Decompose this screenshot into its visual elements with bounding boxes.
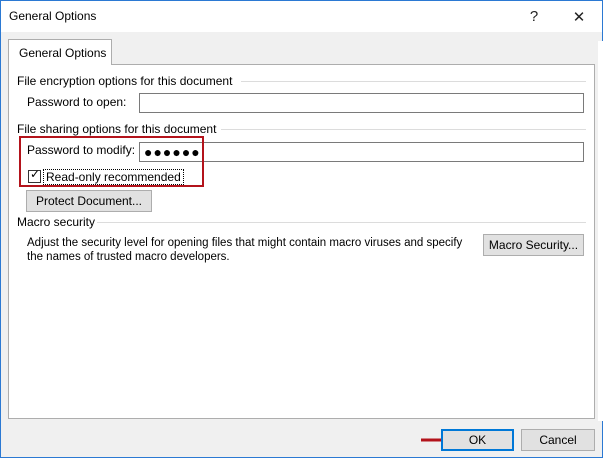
macro-security-button[interactable]: Macro Security...	[483, 234, 584, 256]
help-icon: ?	[529, 8, 539, 25]
ok-label: OK	[468, 433, 487, 447]
title-bar: General Options ? ✕	[1, 1, 602, 32]
password-open-input[interactable]	[139, 93, 584, 113]
macro-group-label: Macro security	[17, 215, 100, 229]
close-button[interactable]: ✕	[556, 1, 602, 32]
protect-document-button[interactable]: Protect Document...	[26, 190, 152, 212]
cancel-label: Cancel	[539, 433, 577, 447]
macro-group-divider	[97, 222, 586, 223]
tab-general-options[interactable]: General Options	[8, 39, 112, 65]
ok-button[interactable]: OK	[441, 429, 514, 451]
password-open-label: Password to open:	[27, 95, 127, 109]
encryption-group-label: File encryption options for this documen…	[17, 74, 237, 88]
tab-label: General Options	[19, 46, 107, 60]
help-button[interactable]: ?	[511, 1, 557, 32]
password-modify-input[interactable]: ●●●●●●	[139, 142, 584, 162]
sharing-group-divider	[221, 129, 586, 130]
side-strip	[598, 41, 603, 421]
general-options-dialog: General Options ? ✕ General Options File…	[0, 0, 603, 458]
macro-description: Adjust the security level for opening fi…	[27, 237, 463, 263]
macro-security-label: Macro Security...	[488, 238, 579, 252]
protect-document-label: Protect Document...	[35, 194, 143, 208]
sharing-group-label: File sharing options for this document	[17, 122, 221, 136]
encryption-group-divider	[241, 81, 586, 82]
tab-panel: File encryption options for this documen…	[8, 64, 595, 419]
cancel-button[interactable]: Cancel	[521, 429, 595, 451]
window-title: General Options	[9, 9, 97, 23]
close-icon: ✕	[572, 8, 586, 26]
highlight-annotation	[19, 136, 204, 187]
